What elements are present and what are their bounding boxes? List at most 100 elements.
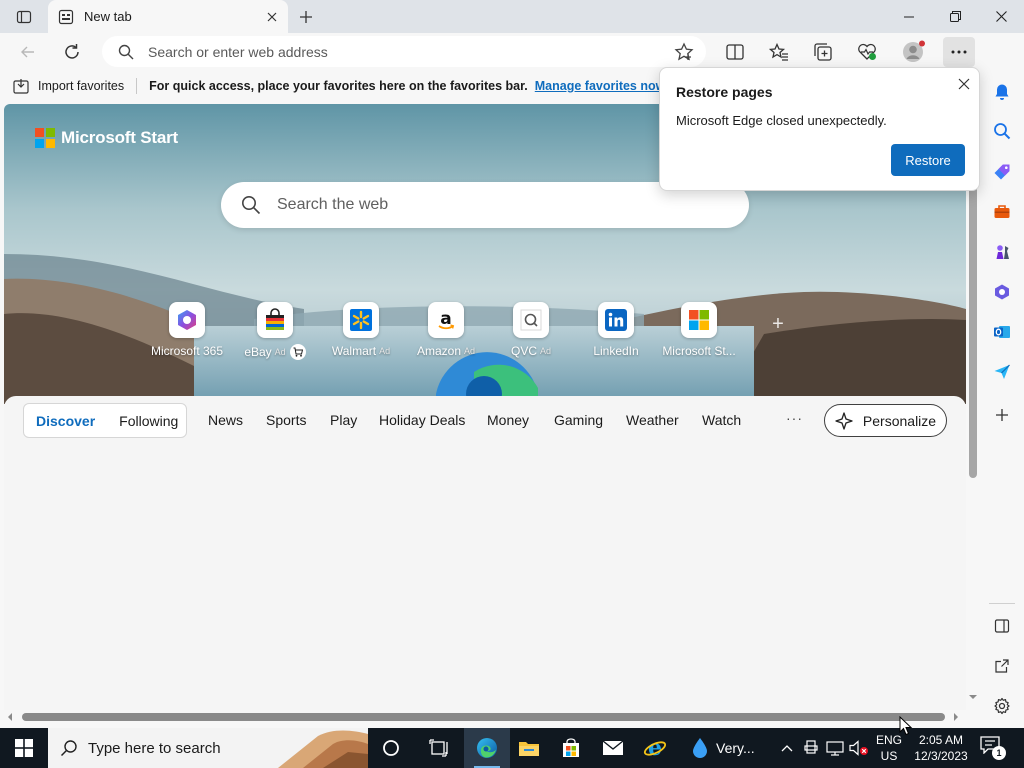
restore-dialog-close-icon[interactable] <box>954 74 974 94</box>
import-icon <box>13 78 29 94</box>
feed-toggle: Discover Following <box>23 403 187 438</box>
quick-link-label: QVC <box>510 344 537 358</box>
tab-discover[interactable]: Discover <box>24 413 107 429</box>
shopping-tag-icon[interactable] <box>991 161 1013 183</box>
search-sidebar-icon[interactable] <box>991 120 1013 142</box>
task-view-icon[interactable] <box>416 728 462 768</box>
restore-window-button[interactable] <box>932 0 978 33</box>
file-explorer-icon[interactable] <box>506 728 552 768</box>
games-chess-icon[interactable] <box>991 241 1013 263</box>
microsoft-start-brand[interactable]: Microsoft Start <box>35 128 178 148</box>
quick-link-qvc[interactable]: QVC Ad <box>486 302 576 358</box>
weather-widget[interactable]: Very... <box>692 728 755 768</box>
clock[interactable]: 2:05 AM 12/3/2023 <box>910 732 972 764</box>
favorites-button[interactable] <box>763 37 795 67</box>
drop-send-icon[interactable] <box>991 361 1013 383</box>
svg-text:e: e <box>648 736 662 760</box>
refresh-button[interactable] <box>57 37 87 67</box>
add-quick-link-icon[interactable]: + <box>768 314 788 334</box>
tab-watch[interactable]: Watch <box>702 412 741 428</box>
more-tabs-button[interactable]: ··· <box>786 410 803 426</box>
search-icon <box>118 44 134 59</box>
collections-button[interactable] <box>807 37 839 67</box>
settings-and-more-button[interactable] <box>943 37 975 67</box>
quick-link-label: LinkedIn <box>593 344 639 358</box>
web-search-input[interactable]: Search the web <box>277 196 388 214</box>
show-hidden-icons-chevron-icon[interactable] <box>777 738 797 758</box>
horizontal-scrollbar-thumb[interactable] <box>22 713 945 721</box>
quick-link-label: Microsoft St... <box>662 344 736 358</box>
microsoft-365-sidebar-icon[interactable] <box>991 281 1013 303</box>
tab-gaming[interactable]: Gaming <box>554 412 603 428</box>
minimize-button[interactable] <box>886 0 932 33</box>
scroll-right-arrow-icon[interactable] <box>952 712 960 722</box>
tab-weather[interactable]: Weather <box>626 412 679 428</box>
outlook-icon[interactable] <box>991 321 1013 343</box>
linkedin-icon <box>598 302 634 338</box>
add-favorite-star-icon[interactable] <box>674 41 694 62</box>
scroll-left-arrow-icon[interactable] <box>6 712 14 722</box>
profile-avatar[interactable] <box>898 37 930 67</box>
vertical-scrollbar[interactable] <box>966 182 980 710</box>
tab-new-tab[interactable]: New tab <box>48 0 288 33</box>
quick-link-label: Walmart <box>331 344 377 358</box>
quick-link-microsoft-365[interactable]: Microsoft 365 <box>142 302 232 358</box>
scroll-down-arrow-icon[interactable] <box>968 692 978 702</box>
import-favorites-button[interactable]: Import favorites <box>13 78 124 94</box>
quick-link-ebay[interactable]: eBay Ad <box>230 302 320 360</box>
sidebar-divider <box>989 603 1015 604</box>
favorites-bar-message: For quick access, place your favorites h… <box>149 78 528 93</box>
taskbar-search-input[interactable]: Type here to search <box>88 740 221 757</box>
tab-holiday-deals[interactable]: Holiday Deals <box>379 412 465 428</box>
tab-actions-icon[interactable] <box>10 6 38 28</box>
split-screen-button[interactable] <box>719 37 751 67</box>
address-input[interactable]: Search or enter web address <box>148 44 674 60</box>
tab-news[interactable]: News <box>208 412 243 428</box>
restore-button[interactable]: Restore <box>891 144 965 176</box>
quick-link-walmart[interactable]: Walmart Ad <box>316 302 406 358</box>
restore-pages-dialog: Restore pages Microsoft Edge closed unex… <box>659 67 980 191</box>
open-external-icon[interactable] <box>991 655 1013 677</box>
add-sidebar-app-icon[interactable] <box>991 404 1013 426</box>
microsoft-store-taskbar-icon[interactable] <box>548 728 594 768</box>
new-tab-button[interactable] <box>294 5 318 29</box>
device-icon[interactable] <box>801 738 821 758</box>
tab-money[interactable]: Money <box>487 412 529 428</box>
action-center-button[interactable]: 1 <box>980 736 1006 760</box>
windows-start-button[interactable] <box>0 728 48 768</box>
internet-explorer-icon[interactable]: e <box>632 728 678 768</box>
tab-following[interactable]: Following <box>107 413 190 429</box>
input-language-indicator[interactable]: ENG US <box>870 732 908 764</box>
address-bar[interactable]: Search or enter web address <box>102 36 706 67</box>
sidebar-layout-icon[interactable] <box>991 615 1013 637</box>
quick-link-amazon[interactable]: a Amazon Ad <box>401 302 491 358</box>
mail-icon[interactable] <box>590 728 636 768</box>
manage-favorites-link[interactable]: Manage favorites now <box>535 79 666 93</box>
tab-play[interactable]: Play <box>330 412 357 428</box>
tools-toolbox-icon[interactable] <box>991 201 1013 223</box>
weather-label: Very... <box>716 740 755 756</box>
sidebar-settings-gear-icon[interactable] <box>991 695 1013 717</box>
quick-link-linkedin[interactable]: LinkedIn <box>571 302 661 358</box>
network-icon[interactable] <box>825 738 845 758</box>
horizontal-scrollbar[interactable] <box>0 710 966 724</box>
tab-close-icon[interactable] <box>264 9 280 25</box>
tab-sports[interactable]: Sports <box>266 412 306 428</box>
edge-sidebar <box>980 33 1024 728</box>
microsoft-365-icon <box>169 302 205 338</box>
microsoft-start-label: Microsoft Start <box>61 128 178 147</box>
cortana-icon[interactable] <box>368 728 414 768</box>
quick-links: Microsoft 365 eBay Ad Walmart Ad a Amazon A… <box>142 302 802 362</box>
import-favorites-label: Import favorites <box>38 78 125 93</box>
notifications-bell-icon[interactable] <box>991 81 1013 103</box>
taskbar-search-box[interactable]: Type here to search <box>48 728 368 768</box>
edge-taskbar-icon[interactable] <box>464 728 510 768</box>
personalize-button[interactable]: Personalize <box>824 404 947 437</box>
close-window-button[interactable] <box>978 0 1024 33</box>
windows-taskbar: Type here to search e Very... ENG US 2:0… <box>0 728 1024 768</box>
volume-muted-icon[interactable] <box>849 738 869 758</box>
quick-link-microsoft-store[interactable]: Microsoft St... <box>654 302 744 358</box>
back-button[interactable] <box>13 37 43 67</box>
vertical-scrollbar-thumb[interactable] <box>969 182 977 478</box>
browser-essentials-button[interactable] <box>851 37 883 67</box>
